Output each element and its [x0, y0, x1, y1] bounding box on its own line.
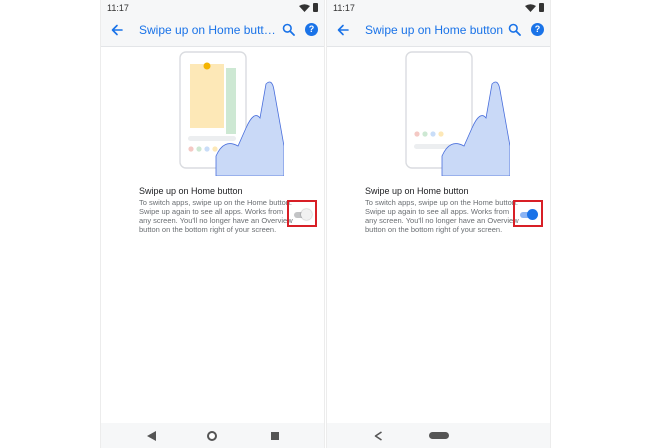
- toggle-highlight-box: [287, 200, 317, 227]
- setting-description: To switch apps, swipe up on the Home but…: [139, 198, 293, 234]
- app-bar: Swipe up on Home button ?: [327, 15, 550, 47]
- setting-title: Swipe up on Home button: [139, 186, 243, 196]
- status-icons: [299, 3, 318, 12]
- toggle-highlight-box: [513, 200, 543, 227]
- phone-screen-after: 11:17 Swipe up on Home button ? Swipe up…: [326, 0, 551, 448]
- help-icon[interactable]: ?: [305, 23, 318, 36]
- navigation-bar: [101, 423, 324, 448]
- gesture-illustration-home: [405, 51, 510, 176]
- status-bar: 11:17: [101, 0, 324, 15]
- setting-title: Swipe up on Home button: [365, 186, 469, 196]
- overview-square-icon[interactable]: [271, 432, 279, 440]
- home-circle-icon[interactable]: [207, 431, 217, 441]
- navigation-bar: [327, 423, 550, 448]
- comparison-stage: 11:17 Swipe up on Home butt… ? Swipe up …: [0, 0, 650, 448]
- wifi-icon: [525, 3, 536, 12]
- phone-screen-before: 11:17 Swipe up on Home butt… ? Swipe up …: [100, 0, 325, 448]
- back-arrow-icon[interactable]: [336, 23, 350, 37]
- back-triangle-icon[interactable]: [374, 431, 383, 441]
- setting-description: To switch apps, swipe up on the Home but…: [365, 198, 519, 234]
- status-time: 11:17: [333, 3, 355, 13]
- back-arrow-icon[interactable]: [110, 23, 124, 37]
- swipe-up-toggle[interactable]: [293, 209, 313, 220]
- search-icon[interactable]: [508, 23, 521, 36]
- wifi-icon: [299, 3, 310, 12]
- status-time: 11:17: [107, 3, 129, 13]
- battery-icon: [313, 3, 318, 12]
- back-triangle-icon[interactable]: [147, 431, 156, 441]
- toggle-thumb: [527, 209, 538, 220]
- gesture-illustration-overview: [179, 51, 284, 176]
- swipe-up-toggle[interactable]: [519, 209, 539, 220]
- page-title: Swipe up on Home butt…: [139, 23, 276, 37]
- home-pill-icon[interactable]: [429, 432, 449, 439]
- page-title: Swipe up on Home button: [365, 23, 504, 37]
- status-icons: [525, 3, 544, 12]
- help-icon[interactable]: ?: [531, 23, 544, 36]
- search-icon[interactable]: [282, 23, 295, 36]
- toggle-thumb: [301, 209, 312, 220]
- battery-icon: [539, 3, 544, 12]
- status-bar: 11:17: [327, 0, 550, 15]
- app-bar: Swipe up on Home butt… ?: [101, 15, 324, 47]
